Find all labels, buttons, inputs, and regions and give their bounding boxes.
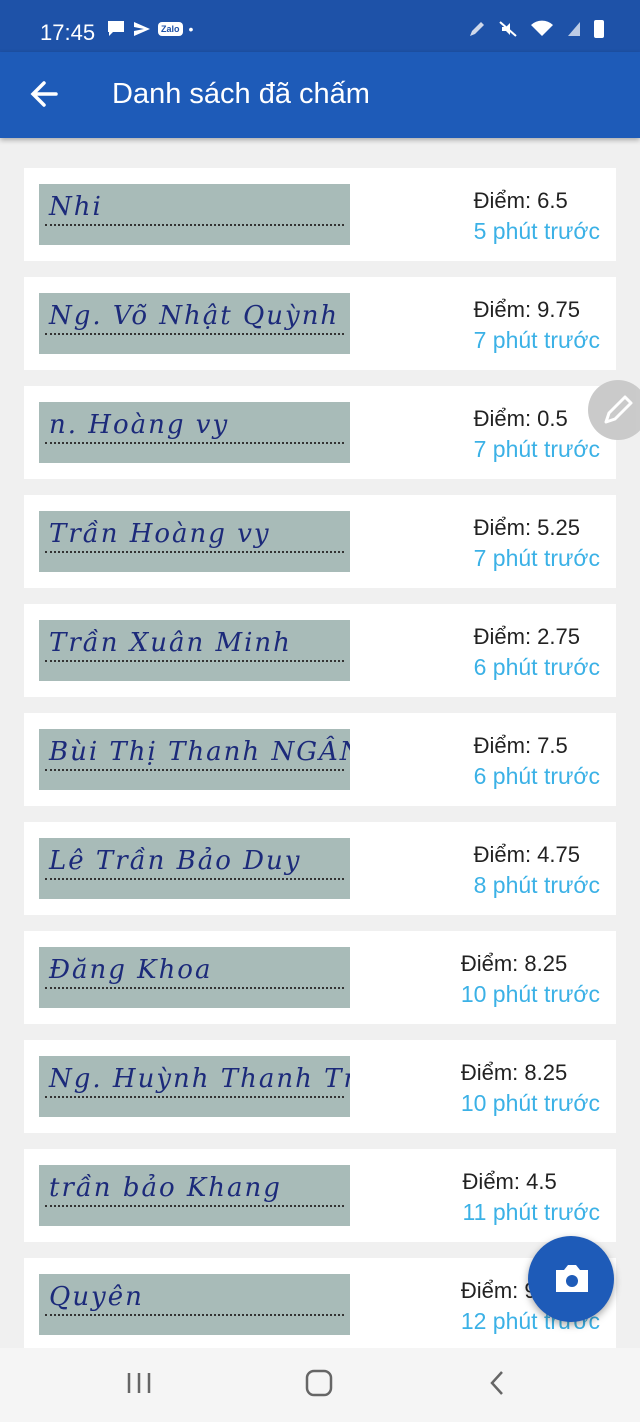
- list-item[interactable]: Trần Xuân Minh Điểm: 2.75 6 phút trước: [24, 604, 616, 697]
- handwritten-name-image: trần bảo Khang: [39, 1165, 350, 1226]
- send-icon: [134, 22, 150, 36]
- signal-icon: [568, 22, 580, 36]
- score-label: Điểm: 7.5: [473, 733, 568, 758]
- dotted-line: [45, 660, 344, 662]
- time-ago-label: 7 phút trước: [473, 327, 600, 353]
- score-label: Điểm: 8.25: [460, 1060, 568, 1085]
- handwritten-name-image: Ng. Võ Nhật Quỳnh: [39, 293, 350, 354]
- item-info: Điểm: 4.75 8 phút trước: [474, 840, 600, 900]
- time-ago-label: 7 phút trước: [473, 545, 600, 571]
- dotted-line: [45, 769, 344, 771]
- camera-button[interactable]: [528, 1236, 614, 1322]
- item-info: Điểm: 7.5 6 phút trước: [474, 731, 600, 791]
- score-label: Điểm: 9.75: [473, 297, 581, 322]
- handwritten-name-image: Trần Hoàng vy: [39, 511, 350, 572]
- dotted-line: [45, 442, 344, 444]
- list-item[interactable]: Đăng Khoa Điểm: 8.25 10 phút trước: [24, 931, 616, 1024]
- item-info: Điểm: 6.5 5 phút trước: [474, 186, 600, 246]
- handwritten-name: Quyên: [49, 1282, 144, 1312]
- list-item[interactable]: n. Hoàng vy Điểm: 0.5 7 phút trước: [24, 386, 616, 479]
- time-ago-label: 7 phút trước: [473, 436, 600, 462]
- handwritten-name: trần bảo Khang: [49, 1173, 282, 1203]
- dotted-line: [45, 224, 344, 226]
- mute-icon: [499, 21, 517, 37]
- list-item[interactable]: Ng. Huỳnh Thanh Trúc Điểm: 8.25 10 phút …: [24, 1040, 616, 1133]
- page-title: Danh sách đã chấm: [112, 78, 370, 110]
- time-ago-label: 6 phút trước: [473, 654, 600, 680]
- chat-bubble-icon: [108, 21, 124, 36]
- handwritten-name-image: Bùi Thị Thanh NGÂN: [39, 729, 350, 790]
- dotted-line: [45, 333, 344, 335]
- handwritten-name-image: Ng. Huỳnh Thanh Trúc: [39, 1056, 350, 1117]
- app-bar: Danh sách đã chấm: [0, 52, 640, 138]
- handwritten-name: Bùi Thị Thanh NGÂN: [49, 737, 350, 767]
- status-bar: 17:45 Zalo •: [0, 0, 640, 52]
- list-item[interactable]: trần bảo Khang Điểm: 4.5 11 phút trước: [24, 1149, 616, 1242]
- item-info: Điểm: 9.75 7 phút trước: [474, 295, 600, 355]
- score-label: Điểm: 4.75: [473, 842, 581, 867]
- time-ago-label: 8 phút trước: [473, 872, 600, 898]
- list-item[interactable]: Nhi Điểm: 6.5 5 phút trước: [24, 168, 616, 261]
- list-item[interactable]: Lê Trần Bảo Duy Điểm: 4.75 8 phút trước: [24, 822, 616, 915]
- handwritten-name: Ng. Võ Nhật Quỳnh: [49, 301, 340, 331]
- dotted-line: [45, 1096, 344, 1098]
- time-ago-label: 10 phút trước: [460, 1090, 600, 1116]
- item-info: Điểm: 5.25 7 phút trước: [474, 513, 600, 573]
- battery-icon: [594, 20, 604, 38]
- recent-apps-icon[interactable]: [126, 1368, 152, 1398]
- system-icons: [468, 20, 604, 38]
- handwritten-name: Nhi: [49, 192, 103, 222]
- handwritten-name: Ng. Huỳnh Thanh Trúc: [49, 1064, 350, 1094]
- score-label: Điểm: 5.25: [473, 515, 581, 540]
- handwritten-name-image: Lê Trần Bảo Duy: [39, 838, 350, 899]
- score-label: Điểm: 2.75: [473, 624, 581, 649]
- back-nav-icon[interactable]: [486, 1368, 508, 1398]
- handwritten-name-image: Quyên: [39, 1274, 350, 1335]
- notification-icons: Zalo •: [106, 20, 193, 38]
- handwritten-name: n. Hoàng vy: [49, 410, 230, 440]
- back-arrow-icon[interactable]: [26, 74, 62, 114]
- handwritten-name-image: Trần Xuân Minh: [39, 620, 350, 681]
- status-dot: •: [188, 21, 194, 37]
- dotted-line: [45, 987, 344, 989]
- handwritten-name-image: n. Hoàng vy: [39, 402, 350, 463]
- handwritten-name: Lê Trần Bảo Duy: [49, 846, 302, 876]
- dotted-line: [45, 878, 344, 880]
- zalo-icon: Zalo: [158, 22, 183, 36]
- handwritten-name-image: Nhi: [39, 184, 350, 245]
- item-info: Điểm: 2.75 6 phút trước: [474, 622, 600, 682]
- pen-icon: [470, 22, 484, 36]
- score-label: Điểm: 0.5: [473, 406, 568, 431]
- handwritten-name-image: Đăng Khoa: [39, 947, 350, 1008]
- time-ago-label: 10 phút trước: [460, 981, 600, 1007]
- list-item[interactable]: Bùi Thị Thanh NGÂN Điểm: 7.5 6 phút trướ…: [24, 713, 616, 806]
- score-label: Điểm: 4.5: [462, 1169, 557, 1194]
- camera-icon: [556, 1265, 588, 1292]
- wifi-icon: [531, 20, 553, 36]
- pencil-icon: [604, 395, 633, 424]
- handwritten-name: Trần Xuân Minh: [49, 628, 292, 658]
- dotted-line: [45, 1205, 344, 1207]
- score-label: Điểm: 6.5: [473, 188, 568, 213]
- edit-button[interactable]: [588, 380, 640, 440]
- item-info: Điểm: 8.25 10 phút trước: [461, 949, 600, 1009]
- item-info: Điểm: 0.5 7 phút trước: [474, 404, 600, 464]
- item-info: Điểm: 8.25 10 phút trước: [461, 1058, 600, 1118]
- list-item[interactable]: Trần Hoàng vy Điểm: 5.25 7 phút trước: [24, 495, 616, 588]
- dotted-line: [45, 1314, 344, 1316]
- status-time: 17:45: [40, 20, 96, 45]
- dotted-line: [45, 551, 344, 553]
- time-ago-label: 6 phút trước: [473, 763, 600, 789]
- item-info: Điểm: 4.5 11 phút trước: [463, 1167, 600, 1227]
- time-ago-label: 11 phút trước: [462, 1199, 600, 1225]
- score-label: Điểm: 8.25: [460, 951, 568, 976]
- list-item[interactable]: Ng. Võ Nhật Quỳnh Điểm: 9.75 7 phút trướ…: [24, 277, 616, 370]
- time-ago-label: 5 phút trước: [473, 218, 600, 244]
- home-icon[interactable]: [304, 1368, 334, 1398]
- handwritten-name: Đăng Khoa: [49, 955, 213, 985]
- system-nav-bar: [0, 1348, 640, 1422]
- handwritten-name: Trần Hoàng vy: [49, 519, 271, 549]
